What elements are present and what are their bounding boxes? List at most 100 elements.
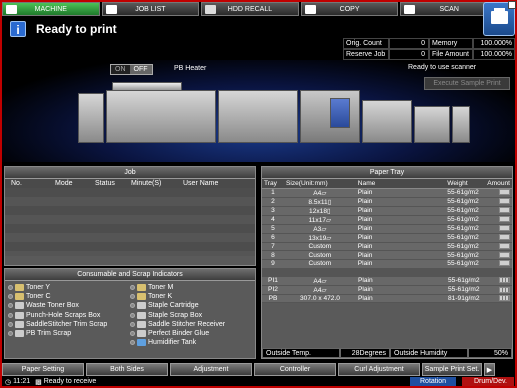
tab-job-list[interactable]: JOB LIST: [101, 2, 200, 16]
pb-heater-off[interactable]: OFF: [129, 65, 152, 74]
staple-icon: [137, 320, 146, 328]
tray-cell-name: Plain: [355, 250, 446, 260]
job-col-user: User Name: [183, 180, 219, 187]
printer-status-icon[interactable]: [483, 1, 516, 36]
tray-row[interactable]: PB 307.0 x 472.0 Plain 81-91g/m2: [262, 294, 512, 304]
machine-unit-scanner: [112, 82, 182, 91]
tray-cell-tray: 3: [262, 206, 284, 216]
consumable-item: Toner C: [8, 292, 130, 301]
consumable-item: SaddleStitcher Trim Scrap: [8, 320, 130, 329]
controller-button[interactable]: Controller: [254, 363, 336, 376]
tray-cell-weight: 81-91g/m2: [446, 294, 486, 304]
both-sides-button[interactable]: Both Sides: [86, 363, 168, 376]
tray-cell-size: A4▱: [284, 285, 356, 295]
tray-row[interactable]: 6 13x19▱ Plain 55-61g/m2: [262, 233, 512, 243]
status-dot-icon: [130, 294, 135, 300]
toner-icon: [137, 284, 146, 292]
info-icon: i: [10, 21, 26, 37]
tray-cell-name: Plain: [355, 215, 446, 225]
status-dot-icon: [130, 331, 135, 337]
consumable-label: PB Trim Scrap: [26, 330, 72, 338]
job-col-mode: Mode: [55, 180, 73, 187]
tab-label: COPY: [339, 5, 360, 13]
tray-cell-amount: [485, 188, 512, 198]
paper-amount-icon: [499, 225, 510, 232]
tray-row[interactable]: PI2 A4▱ Plain 55-61g/m2: [262, 285, 512, 295]
tray-row[interactable]: 9 Custom Plain 55-61g/m2: [262, 259, 512, 269]
tray-cell-tray: 1: [262, 188, 284, 198]
tray-cell-tray: 5: [262, 224, 284, 234]
tray-cell-tray: 6: [262, 233, 284, 243]
tray-row[interactable]: 8 Custom Plain 55-61g/m2: [262, 250, 512, 260]
tray-row[interactable]: 1 A4▱ Plain 55-61g/m2: [262, 188, 512, 198]
adjustment-button[interactable]: Adjustment: [170, 363, 252, 376]
copy-icon: [304, 5, 316, 14]
receive-icon: ▩: [35, 378, 42, 386]
toner-icon: [15, 293, 24, 301]
tray-row[interactable]: 4 11x17▱ Plain 55-61g/m2: [262, 215, 512, 225]
tray-col-weight: Weight: [445, 179, 486, 189]
rotation-indicator[interactable]: Rotation: [410, 377, 456, 386]
paper-amount-icon: [499, 234, 510, 241]
tray-cell-weight: 55-61g/m2: [445, 188, 486, 198]
tray-row[interactable]: 7 Custom Plain 55-61g/m2: [262, 242, 512, 252]
outside-humidity-value: 50%: [468, 348, 512, 358]
tab-hdd-recall[interactable]: HDD RECALL: [201, 2, 299, 16]
consumables-panel: Consumable and Scrap Indicators Toner YT…: [4, 268, 256, 359]
consumable-label: Punch-Hole Scraps Box: [26, 311, 101, 319]
tray-row[interactable]: 3 12x18▯ Plain 55-61g/m2: [262, 206, 512, 216]
tray-row[interactable]: 2 8.5x11▯ Plain 55-61g/m2: [262, 197, 512, 207]
tab-label: JOB LIST: [135, 5, 166, 13]
tray-cell-weight: 55-61g/m2: [445, 233, 486, 243]
next-arrow-button[interactable]: ▶: [484, 363, 495, 376]
tray-cell-size: Custom: [283, 250, 356, 260]
tray-col-tray: Tray: [262, 179, 284, 189]
status-dot-icon: [130, 321, 135, 327]
machine-unit-stacker: [362, 100, 412, 143]
tray-cell-name: Plain: [356, 285, 446, 295]
consumable-item: Toner K: [130, 292, 252, 301]
trim-icon: [15, 330, 24, 338]
execute-sample-print-button[interactable]: Execute Sample Print: [424, 77, 510, 90]
tray-cell-amount: [485, 215, 512, 225]
curl-adjustment-button[interactable]: Curl Adjustment: [338, 363, 420, 376]
tray-col-amount: Amount: [485, 179, 512, 189]
consumable-label: Waste Toner Box: [26, 302, 79, 310]
status-dot-icon: [130, 303, 135, 309]
consumable-item: Perfect Binder Glue: [130, 329, 252, 338]
tray-cell-size: 11x17▱: [283, 215, 356, 225]
clock-icon: ◷: [5, 378, 12, 386]
waste-box-icon: [15, 302, 24, 310]
tray-cell-weight: 55-61g/m2: [445, 250, 486, 260]
paper-setting-button[interactable]: Paper Setting: [2, 363, 84, 376]
status-dot-icon: [8, 312, 13, 318]
tray-cell-amount: [485, 224, 512, 234]
tab-machine[interactable]: MACHINE: [2, 2, 100, 16]
pb-heater-on[interactable]: ON: [111, 65, 130, 74]
tray-cell-amount: [486, 294, 512, 304]
job-panel-title: Job: [5, 167, 255, 179]
tray-row[interactable]: PI1 A4▱ Plain 55-61g/m2: [262, 276, 512, 286]
drum-dev-indicator[interactable]: Drum/Dev.: [462, 377, 514, 386]
sample-print-set-button[interactable]: Sample Print Set.: [422, 363, 482, 376]
tray-cell-weight: 55-61g/m2: [445, 242, 486, 252]
paper-amount-icon: [499, 189, 510, 196]
machine-diagram: ON OFF PB Heater Ready to use scanner Ex…: [2, 60, 515, 162]
tray-cell-amount: [485, 250, 512, 260]
scanner-status: Ready to use scanner: [408, 64, 477, 71]
tray-cell-weight: 55-61g/m2: [446, 276, 486, 286]
consumable-item: Staple Scrap Box: [130, 311, 252, 320]
tab-copy[interactable]: COPY: [300, 2, 399, 16]
job-panel: Job No. Mode Status Minute(S) User Name: [4, 166, 256, 266]
consumable-label: Saddle Stitcher Receiver: [148, 320, 226, 328]
tray-cell-size: A3▱: [283, 224, 356, 234]
tray-cell-weight: 55-61g/m2: [445, 197, 486, 207]
tray-cell-tray: 7: [262, 242, 284, 252]
pb-heater-toggle[interactable]: ON OFF: [110, 64, 153, 75]
job-col-no: No.: [11, 180, 22, 187]
job-list[interactable]: [5, 188, 255, 256]
machine-unit-saddle: [414, 106, 450, 143]
status-dot-icon: [130, 312, 135, 318]
tray-row[interactable]: 5 A3▱ Plain 55-61g/m2: [262, 224, 512, 234]
orig-count-label: Orig. Count: [343, 38, 389, 49]
